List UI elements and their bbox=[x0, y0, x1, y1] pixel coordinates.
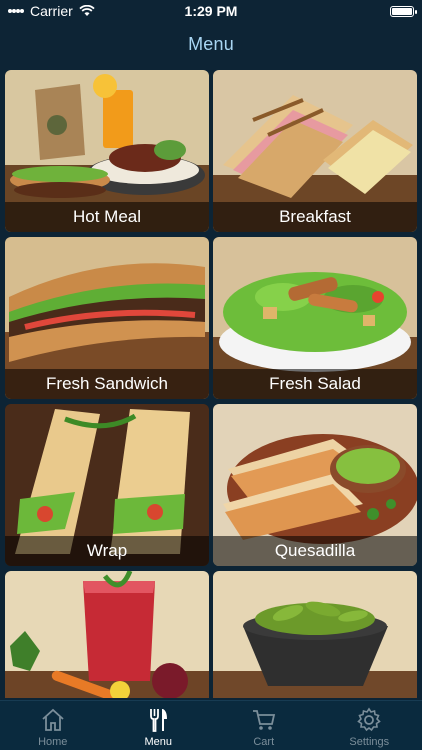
tile-label: Quesadilla bbox=[274, 541, 356, 560]
tab-home[interactable]: Home bbox=[0, 701, 106, 750]
menu-item-fresh-salad[interactable]: Fresh Salad bbox=[213, 237, 417, 399]
cart-icon bbox=[252, 710, 275, 730]
edamame-image bbox=[213, 571, 417, 698]
juice-image bbox=[5, 571, 209, 698]
battery-icon bbox=[390, 5, 417, 17]
menu-item-fresh-sandwich[interactable]: Fresh Sandwich bbox=[5, 237, 209, 399]
page-title: Menu bbox=[188, 33, 234, 54]
status-time: 1:29 PM bbox=[184, 3, 238, 19]
tab-menu[interactable]: Menu bbox=[106, 701, 212, 750]
tile-label: Hot Meal bbox=[72, 207, 142, 226]
tile-label-bar: Fresh Sandwich bbox=[5, 369, 209, 399]
menu-item-hot-meal[interactable]: Hot Meal bbox=[5, 70, 209, 232]
tab-label: Menu bbox=[144, 736, 173, 748]
menu-item-juice[interactable] bbox=[5, 571, 209, 698]
menu-item-wrap[interactable]: Wrap bbox=[5, 404, 209, 566]
tab-settings[interactable]: Settings bbox=[317, 701, 422, 750]
tab-cart[interactable]: Cart bbox=[211, 701, 317, 750]
navigation-bar: Menu bbox=[0, 22, 422, 66]
tile-label: Fresh Sandwich bbox=[46, 374, 168, 393]
tile-label-bar: Wrap bbox=[5, 536, 209, 566]
tab-bar: Home Menu Cart Settings bbox=[0, 700, 422, 750]
gear-icon bbox=[357, 707, 382, 732]
tab-label: Cart bbox=[253, 736, 275, 748]
tile-label: Fresh Salad bbox=[269, 374, 361, 393]
menu-item-edamame[interactable] bbox=[213, 571, 417, 698]
menu-grid: Hot Meal Breakfast Fresh Sandwich Fresh … bbox=[5, 70, 417, 698]
tile-label-bar: Quesadilla bbox=[213, 536, 417, 566]
menu-item-breakfast[interactable]: Breakfast bbox=[213, 70, 417, 232]
tile-label: Breakfast bbox=[279, 207, 351, 226]
menu-item-quesadilla[interactable]: Quesadilla bbox=[213, 404, 417, 566]
fork-knife-icon bbox=[150, 709, 168, 732]
tab-label: Settings bbox=[349, 736, 390, 748]
home-icon bbox=[42, 708, 64, 731]
tab-label: Home bbox=[38, 736, 68, 748]
tile-label-bar: Breakfast bbox=[213, 202, 417, 232]
tile-label: Wrap bbox=[86, 541, 128, 560]
tile-label-bar: Hot Meal bbox=[5, 202, 209, 232]
status-bar: Carrier 1:29 PM bbox=[0, 0, 422, 22]
tile-label-bar: Fresh Salad bbox=[213, 369, 417, 399]
